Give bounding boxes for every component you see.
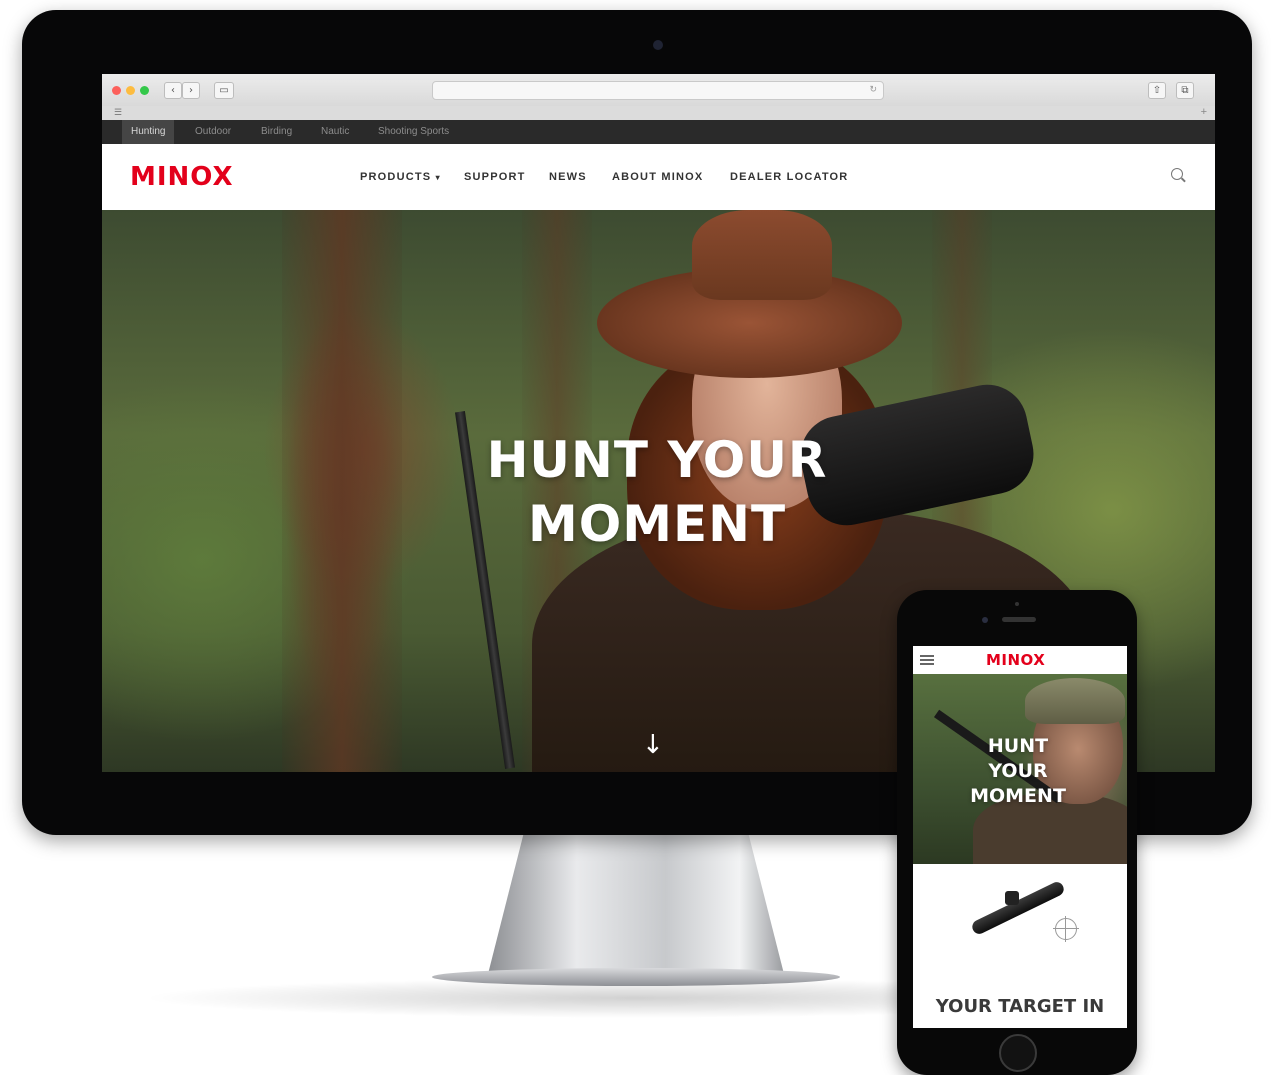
mobile-headline-line3: MOMENT bbox=[970, 785, 1066, 807]
tab-birding[interactable]: Birding bbox=[252, 120, 301, 144]
mobile-screen: MINOX HUNT YOUR MOMENT YOUR TARGET IN bbox=[913, 646, 1127, 1028]
phone-front-camera bbox=[982, 617, 988, 623]
tab-hunting[interactable]: Hunting bbox=[122, 120, 175, 144]
tab-outdoor[interactable]: Outdoor bbox=[186, 120, 240, 144]
mobile-minox-logo[interactable]: MINOX bbox=[986, 651, 1045, 669]
back-button[interactable]: ‹ bbox=[164, 82, 182, 99]
mobile-hero-camo-cap bbox=[1025, 678, 1125, 724]
mobile-headline-line2: YOUR bbox=[988, 760, 1048, 782]
tab-shooting-sports[interactable]: Shooting Sports bbox=[369, 120, 458, 144]
tabs-overview-button[interactable]: ⧉ bbox=[1176, 82, 1194, 99]
arrow-down-icon[interactable]: ↓ bbox=[642, 730, 664, 760]
bookmarks-bar: ☰ + bbox=[102, 106, 1215, 121]
hamburger-menu-icon[interactable] bbox=[920, 655, 934, 665]
mobile-hero-headline: HUNT YOUR MOMENT bbox=[953, 734, 1083, 809]
nav-news[interactable]: NEWS bbox=[549, 171, 587, 183]
category-tab-bar: Hunting Outdoor Birding Nautic Shooting … bbox=[102, 120, 1215, 144]
mobile-teaser-heading: YOUR TARGET IN bbox=[935, 996, 1105, 1017]
close-window-button[interactable] bbox=[112, 86, 121, 95]
site-header: MINOX PRODUCTS ▾ SUPPORT NEWS ABOUT MINO… bbox=[102, 144, 1215, 210]
chevron-down-icon: ▾ bbox=[435, 173, 441, 182]
reading-list-icon[interactable]: ☰ bbox=[114, 107, 122, 118]
share-icon: ⇧ bbox=[1152, 85, 1162, 96]
riflescope-turret bbox=[1005, 891, 1019, 905]
browser-toolbar: ‹ › ▭ ↻ ⇧ ⧉ bbox=[102, 74, 1215, 107]
nav-support[interactable]: SUPPORT bbox=[464, 171, 526, 183]
minimize-window-button[interactable] bbox=[126, 86, 135, 95]
nav-about-minox[interactable]: ABOUT MINOX bbox=[612, 171, 703, 183]
hero-hat-crown bbox=[692, 210, 832, 300]
sidebar-toggle-button[interactable]: ▭ bbox=[214, 82, 234, 99]
reload-icon[interactable]: ↻ bbox=[869, 84, 877, 95]
new-tab-button[interactable]: + bbox=[1201, 106, 1207, 118]
phone-home-button[interactable] bbox=[999, 1034, 1037, 1072]
search-icon[interactable] bbox=[1171, 168, 1183, 180]
crosshair-icon bbox=[1053, 916, 1079, 942]
minox-logo[interactable]: MINOX bbox=[130, 162, 234, 192]
hero-headline-line2: MOMENT bbox=[527, 495, 787, 553]
mobile-hero-banner: HUNT YOUR MOMENT bbox=[913, 674, 1127, 864]
tabs-icon: ⧉ bbox=[1181, 85, 1189, 96]
forward-button[interactable]: › bbox=[182, 82, 200, 99]
address-bar[interactable]: ↻ bbox=[432, 81, 884, 100]
nav-products[interactable]: PRODUCTS ▾ bbox=[360, 171, 441, 183]
nav-products-label: PRODUCTS bbox=[360, 171, 432, 183]
hero-tree-trunk bbox=[282, 210, 402, 772]
monitor-camera bbox=[653, 40, 663, 50]
monitor-stand bbox=[488, 834, 784, 974]
hero-headline: HUNT YOUR MOMENT bbox=[432, 428, 882, 556]
mobile-phone: MINOX HUNT YOUR MOMENT YOUR TARGET IN bbox=[897, 590, 1137, 1075]
sidebar-icon: ▭ bbox=[219, 85, 229, 96]
tab-nautic[interactable]: Nautic bbox=[312, 120, 358, 144]
mobile-headline-line1: HUNT bbox=[987, 735, 1049, 757]
maximize-window-button[interactable] bbox=[140, 86, 149, 95]
share-button[interactable]: ⇧ bbox=[1148, 82, 1166, 99]
monitor-stand-base bbox=[432, 968, 840, 986]
riflescope-product-image[interactable] bbox=[969, 879, 1067, 937]
phone-sensor bbox=[1015, 602, 1019, 606]
mobile-header: MINOX bbox=[913, 646, 1127, 674]
nav-dealer-locator[interactable]: DEALER LOCATOR bbox=[730, 171, 848, 183]
phone-speaker bbox=[1002, 617, 1036, 622]
hero-headline-line1: HUNT YOUR bbox=[486, 431, 828, 489]
